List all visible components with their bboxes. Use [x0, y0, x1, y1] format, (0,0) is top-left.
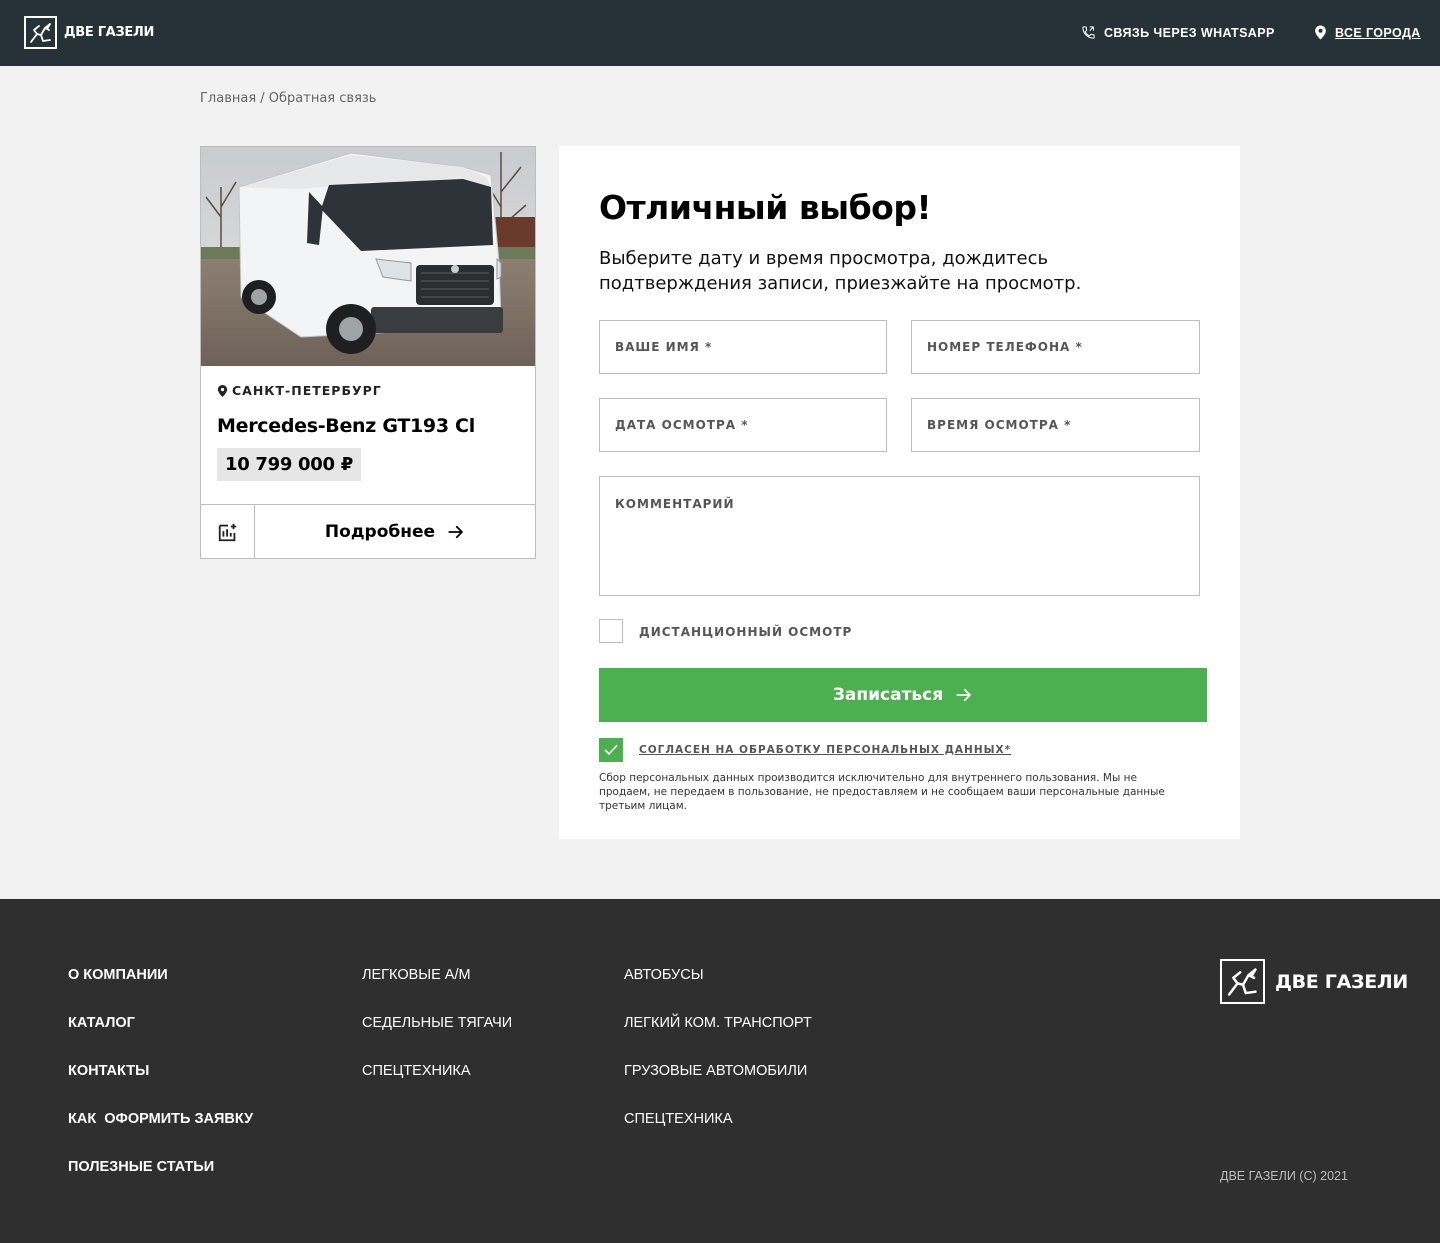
consent-checkbox[interactable] — [599, 738, 623, 762]
copyright: ДВЕ ГАЗЕЛИ (С) 2021 — [1220, 1169, 1348, 1183]
card-actions: Подробнее — [201, 504, 535, 558]
footer-link-articles[interactable]: ПОЛЕЗНЫЕ СТАТЬИ — [68, 1159, 214, 1175]
footer-link-cars[interactable]: ЛЕГКОВЫЕ А/М — [362, 967, 471, 983]
car-location: САНКТ-ПЕТЕРБУРГ — [217, 383, 382, 398]
all-cities-label: ВСЕ ГОРОДА — [1335, 25, 1421, 40]
form-title: Отличный выбор! — [599, 188, 932, 227]
gazelle-logo-icon — [1220, 959, 1265, 1004]
remote-inspection-label[interactable]: ДИСТАНЦИОННЫЙ ОСМОТР — [639, 625, 852, 639]
remote-inspection-checkbox[interactable] — [599, 619, 623, 643]
location-pin-icon — [217, 384, 228, 397]
gazelle-logo-icon — [24, 16, 57, 49]
date-input[interactable] — [599, 398, 887, 452]
footer-link-light-commercial[interactable]: ЛЕГКИЙ КОМ. ТРАНСПОРТ — [624, 1015, 812, 1031]
breadcrumb[interactable]: Главная / Обратная связь — [200, 91, 376, 106]
booking-form: Отличный выбор! Выберите дату и время пр… — [559, 146, 1240, 839]
car-photo[interactable] — [201, 147, 535, 366]
comment-textarea[interactable] — [599, 476, 1200, 596]
consent-link[interactable]: СОГЛАСЕН НА ОБРАБОТКУ ПЕРСОНАЛЬНЫХ ДАННЫ… — [639, 744, 1011, 756]
site-header: ДВЕ ГАЗЕЛИ СВЯЗЬ ЧЕРЕЗ WHATSAPP ВСЕ ГОРО… — [0, 0, 1440, 66]
footer-link-catalog[interactable]: КАТАЛОГ — [68, 1015, 135, 1031]
footer-logo[interactable]: ДВЕ ГАЗЕЛИ — [1220, 959, 1408, 1004]
arrow-right-icon — [448, 525, 463, 538]
logo-text: ДВЕ ГАЗЕЛИ — [64, 25, 155, 40]
header-logo[interactable]: ДВЕ ГАЗЕЛИ — [24, 16, 154, 49]
compare-button[interactable] — [201, 505, 255, 558]
footer-link-how-to-order[interactable]: КАК ОФОРМИТЬ ЗАЯВКУ — [68, 1111, 253, 1127]
details-label: Подробнее — [324, 521, 436, 542]
checkmark-icon — [604, 744, 618, 756]
whatsapp-label: СВЯЗЬ ЧЕРЕЗ WHATSAPP — [1104, 25, 1275, 40]
footer-link-contacts[interactable]: КОНТАКТЫ — [68, 1063, 149, 1079]
whatsapp-link[interactable]: СВЯЗЬ ЧЕРЕЗ WHATSAPP — [1081, 25, 1275, 40]
arrow-right-icon — [956, 688, 972, 702]
footer-logo-text: ДВЕ ГАЗЕЛИ — [1275, 970, 1408, 993]
details-button[interactable]: Подробнее — [255, 505, 535, 558]
privacy-note: Сбор персональных данных производится ис… — [599, 772, 1165, 812]
footer-link-special-equipment-2[interactable]: СПЕЦТЕХНИКА — [624, 1111, 733, 1127]
submit-button[interactable]: Записаться — [599, 668, 1207, 722]
location-pin-icon — [1315, 25, 1326, 40]
footer-link-special-equipment[interactable]: СПЕЦТЕХНИКА — [362, 1063, 471, 1079]
footer-link-about[interactable]: О КОМПАНИИ — [68, 967, 168, 983]
car-title[interactable]: Mercedes-Benz GT193 Cl — [217, 415, 475, 437]
footer-link-buses[interactable]: АВТОБУСЫ — [624, 967, 704, 983]
car-price: 10 799 000 ₽ — [217, 448, 361, 481]
car-card: САНКТ-ПЕТЕРБУРГ Mercedes-Benz GT193 Cl 1… — [200, 146, 536, 559]
site-footer: О КОМПАНИИ КАТАЛОГ КОНТАКТЫ КАК ОФОРМИТЬ… — [0, 899, 1440, 1243]
phone-input[interactable] — [911, 320, 1200, 374]
name-input[interactable] — [599, 320, 887, 374]
footer-link-trucks[interactable]: ГРУЗОВЫЕ АВТОМОБИЛИ — [624, 1063, 807, 1079]
submit-label: Записаться — [832, 685, 944, 705]
footer-link-tractors[interactable]: СЕДЕЛЬНЫЕ ТЯГАЧИ — [362, 1015, 512, 1031]
car-city: САНКТ-ПЕТЕРБУРГ — [232, 383, 382, 398]
form-subtitle: Выберите дату и время просмотра, дождите… — [599, 248, 1082, 294]
time-input[interactable] — [911, 398, 1200, 452]
phone-icon — [1082, 26, 1095, 39]
compare-icon — [218, 523, 236, 541]
all-cities-link[interactable]: ВСЕ ГОРОДА — [1314, 25, 1421, 40]
